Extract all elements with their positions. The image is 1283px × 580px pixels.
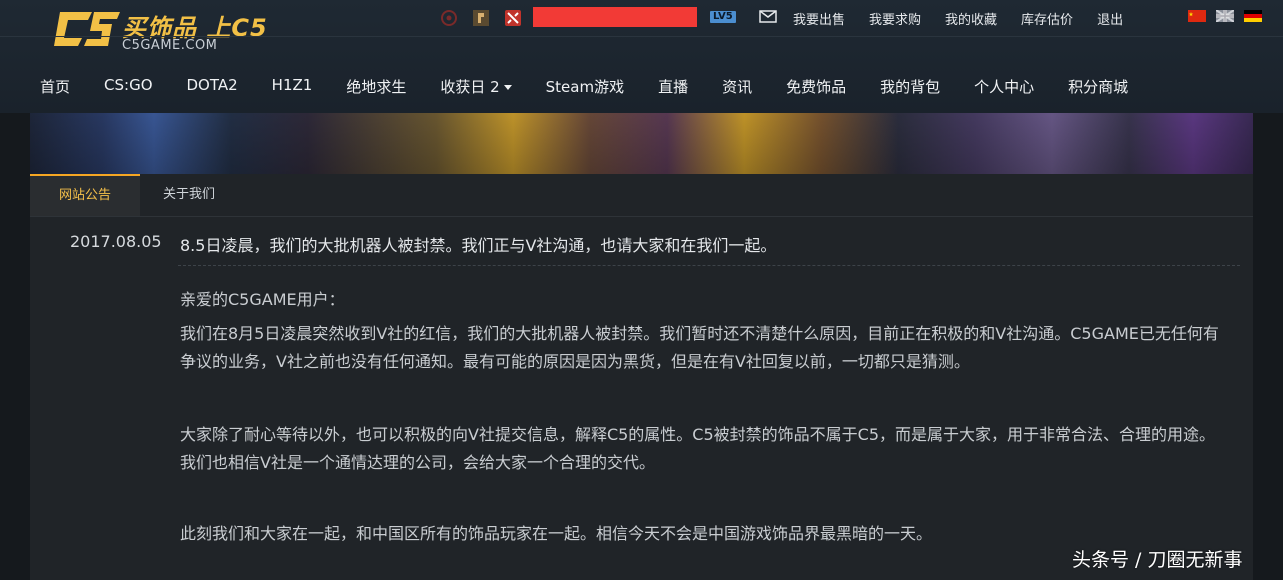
nav-user-center[interactable]: 个人中心 bbox=[974, 76, 1034, 97]
announcement-panel: 网站公告 关于我们 2017.08.05 8.5日凌晨，我们的大批机器人被封禁。… bbox=[30, 174, 1253, 580]
nav-news[interactable]: 资讯 bbox=[722, 76, 752, 97]
game-icons bbox=[440, 9, 522, 27]
inventory-valuation-link[interactable]: 库存估价 bbox=[1021, 9, 1073, 28]
de-flag-icon[interactable] bbox=[1244, 10, 1262, 22]
sell-link[interactable]: 我要出售 bbox=[793, 9, 845, 28]
dota2-icon[interactable] bbox=[504, 9, 522, 27]
tab-announcements[interactable]: 网站公告 bbox=[30, 174, 140, 216]
nav-h1z1[interactable]: H1Z1 bbox=[272, 76, 313, 97]
logo-domain: C5GAME.COM bbox=[122, 38, 218, 53]
watermark: 头条号 / 刀圈无新事 bbox=[1072, 549, 1243, 571]
nav-payday2[interactable]: 收获日 2 bbox=[440, 76, 512, 97]
nav-csgo[interactable]: CS:GO bbox=[104, 76, 152, 97]
nav-live[interactable]: 直播 bbox=[658, 76, 688, 97]
c5-logo-icon bbox=[54, 12, 120, 46]
chevron-down-icon bbox=[503, 85, 512, 90]
post-title[interactable]: 8.5日凌晨，我们的大批机器人被封禁。我们正与V社沟通，也请大家和在我们一起。 bbox=[180, 232, 776, 256]
favorites-link[interactable]: 我的收藏 bbox=[945, 9, 997, 28]
uk-flag-icon[interactable] bbox=[1216, 10, 1234, 22]
post-divider bbox=[178, 265, 1240, 266]
nav-free-items[interactable]: 免费饰品 bbox=[786, 76, 846, 97]
level-badge: LV5 bbox=[710, 11, 736, 23]
page-gutter-left bbox=[0, 113, 30, 580]
buy-request-link[interactable]: 我要求购 bbox=[869, 9, 921, 28]
top-links: 我要出售 我要求购 我的收藏 库存估价 退出 bbox=[793, 9, 1123, 28]
pubg-icon[interactable] bbox=[472, 9, 490, 27]
tab-about-us[interactable]: 关于我们 bbox=[142, 174, 236, 216]
username-redacted[interactable] bbox=[533, 7, 697, 27]
nav-points-mall[interactable]: 积分商城 bbox=[1068, 76, 1128, 97]
page-gutter-right bbox=[1253, 113, 1283, 580]
language-flags bbox=[1188, 10, 1262, 22]
header-divider bbox=[0, 36, 1283, 37]
logout-link[interactable]: 退出 bbox=[1097, 9, 1123, 28]
nav-dota2[interactable]: DOTA2 bbox=[187, 76, 238, 97]
nav-payday2-label: 收获日 2 bbox=[440, 78, 500, 96]
main-nav: 首页 CS:GO DOTA2 H1Z1 绝地求生 收获日 2 Steam游戏 直… bbox=[40, 76, 1162, 97]
tab-bar: 网站公告 关于我们 bbox=[30, 174, 1253, 217]
nav-steam-games[interactable]: Steam游戏 bbox=[546, 76, 624, 97]
nav-backpack[interactable]: 我的背包 bbox=[880, 76, 940, 97]
nav-home[interactable]: 首页 bbox=[40, 76, 70, 97]
site-header: 买饰品 上C5 C5GAME.COM LV5 我要出售 我要求购 我的收藏 库存… bbox=[0, 0, 1283, 113]
cn-flag-icon[interactable] bbox=[1188, 10, 1206, 22]
post-paragraph-1: 我们在8月5日凌晨突然收到V社的红信，我们的大批机器人被封禁。我们暂时还不清楚什… bbox=[180, 324, 1219, 371]
mail-icon[interactable] bbox=[759, 10, 777, 23]
post-paragraph-3: 此刻我们和大家在一起，和中国区所有的饰品玩家在一起。相信今天不会是中国游戏饰品界… bbox=[180, 524, 933, 543]
site-logo[interactable]: 买饰品 上C5 C5GAME.COM bbox=[52, 6, 282, 56]
csgo-icon[interactable] bbox=[440, 9, 458, 27]
post-paragraph-2: 大家除了耐心等待以外，也可以积极的向V社提交信息，解释C5的属性。C5被封禁的饰… bbox=[180, 425, 1216, 472]
post-greeting: 亲爱的C5GAME用户： bbox=[180, 290, 345, 309]
post-date: 2017.08.05 bbox=[70, 232, 162, 251]
nav-pubg[interactable]: 绝地求生 bbox=[346, 76, 406, 97]
banner-shade bbox=[0, 113, 1283, 174]
